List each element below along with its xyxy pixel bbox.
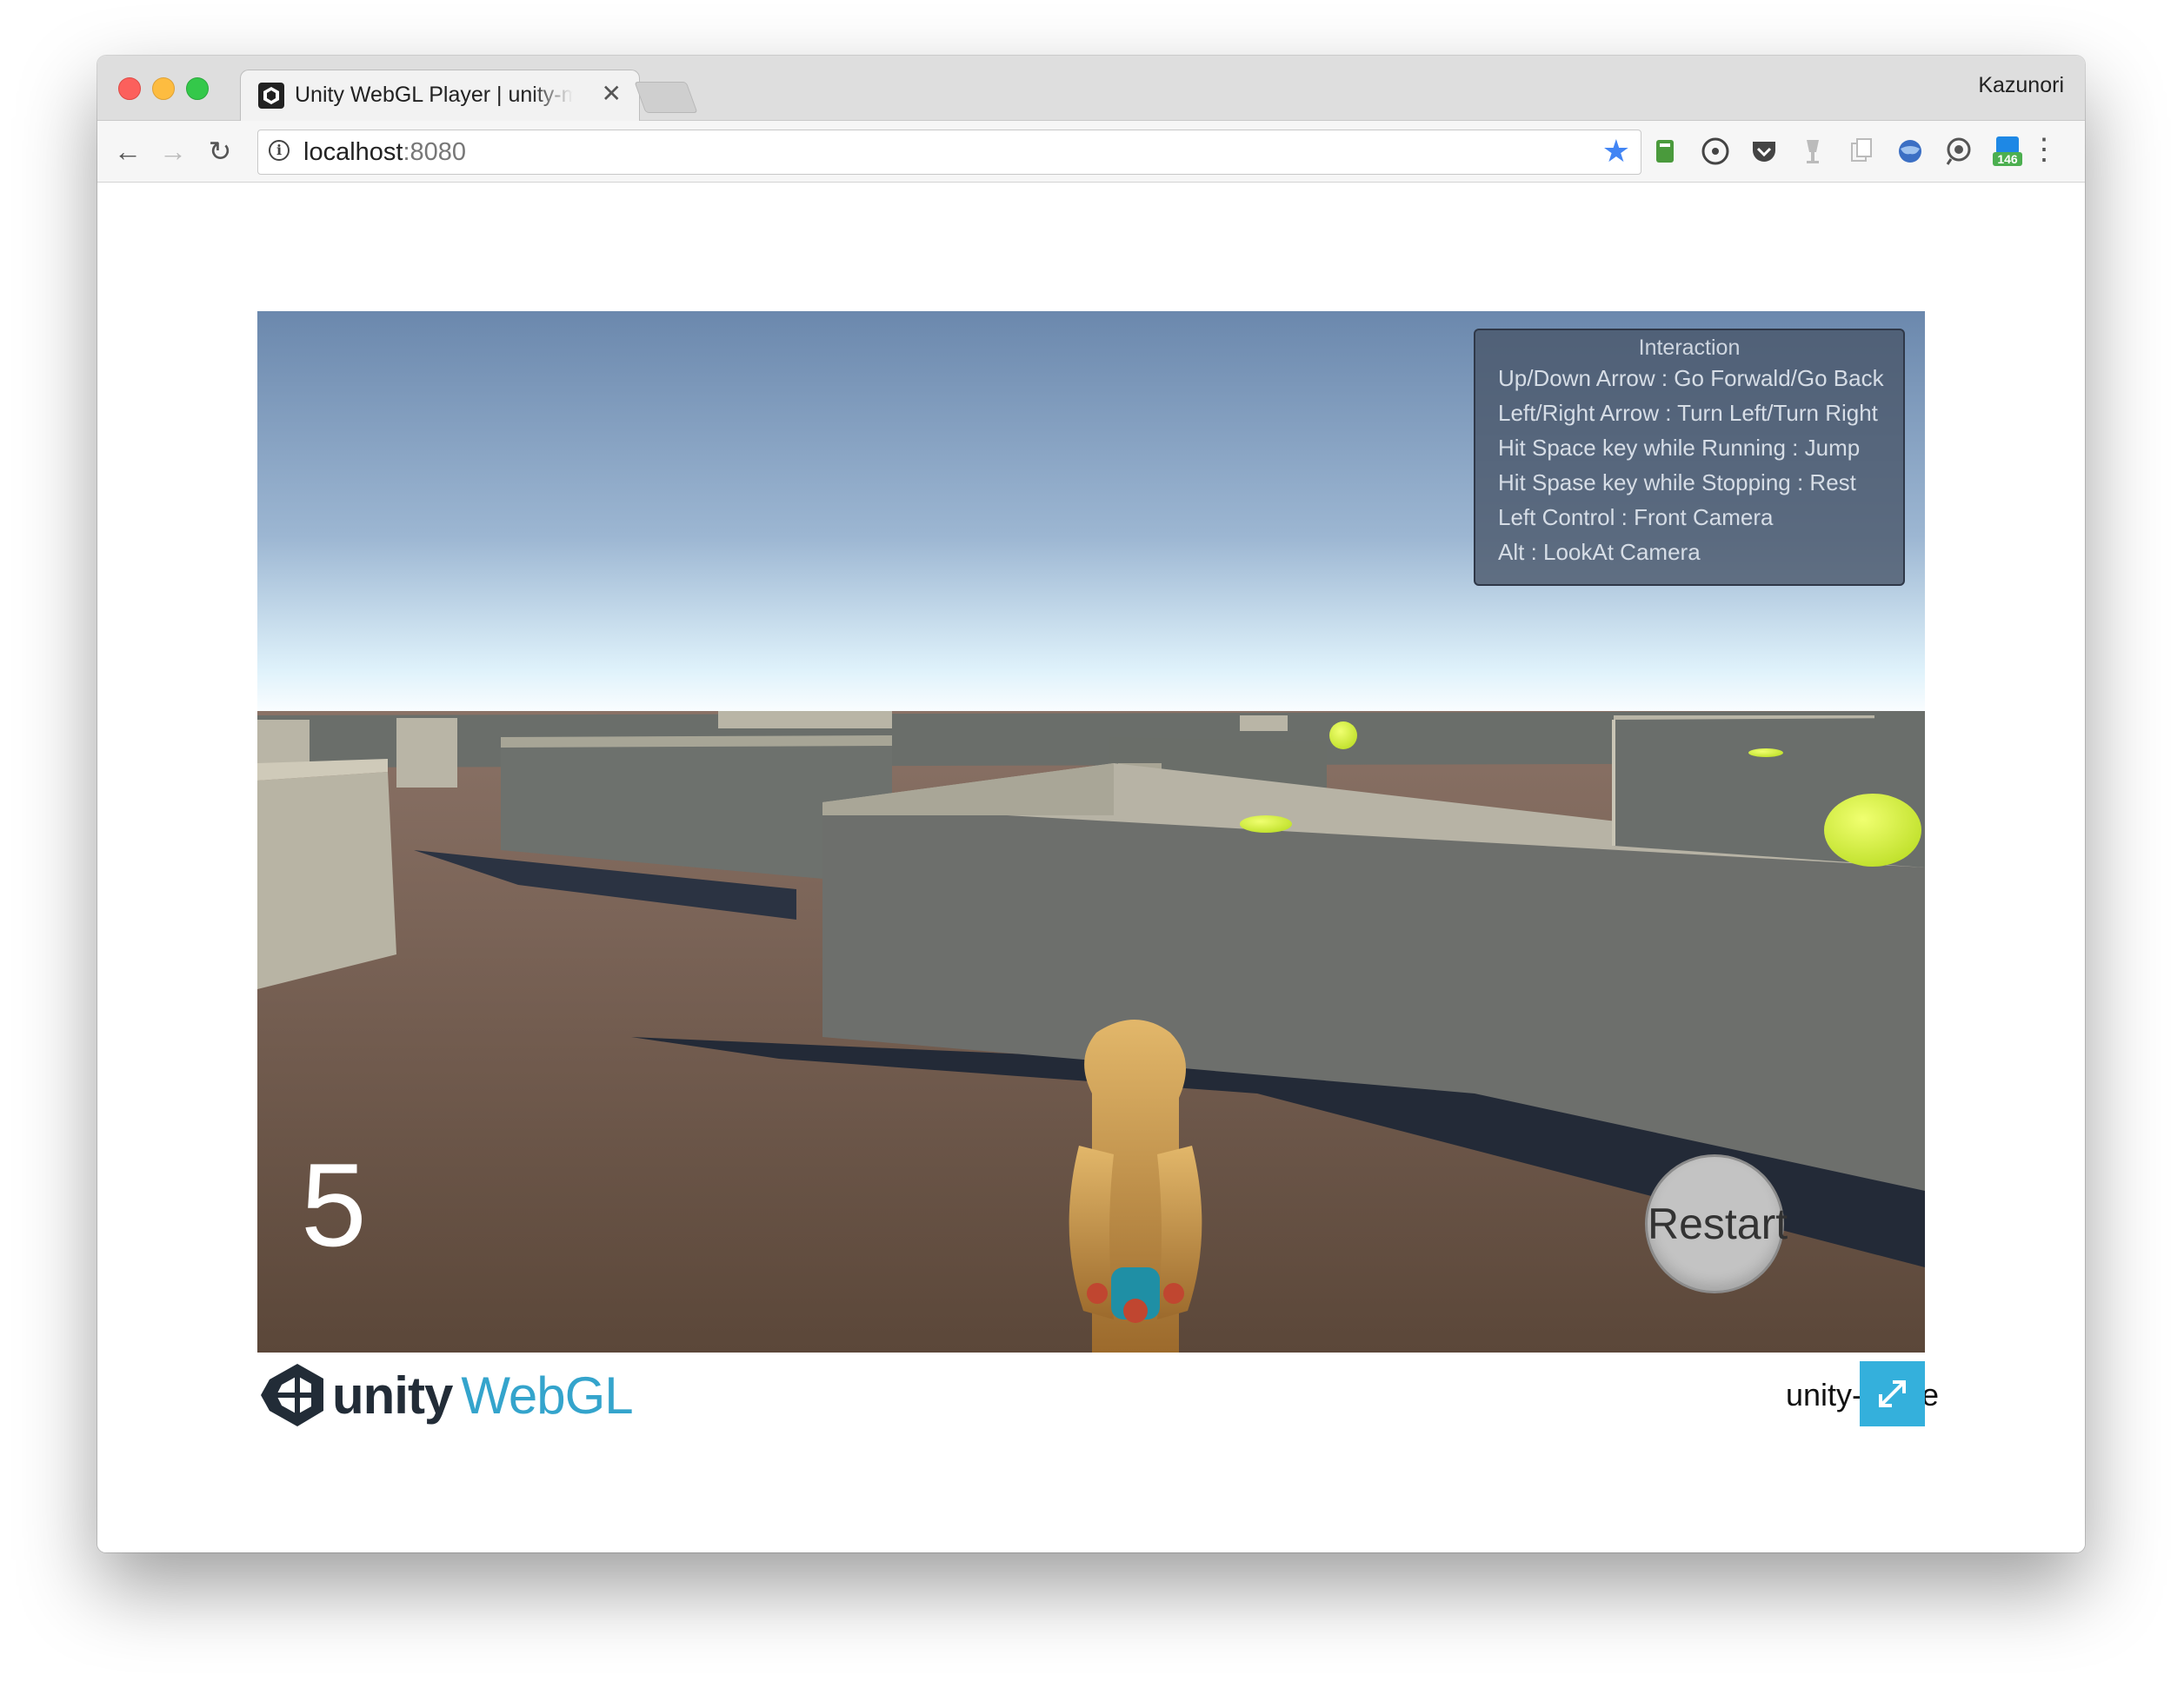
extension-pocket-icon[interactable] [1748,135,1781,168]
logo-webgl-text: WebGL [461,1366,633,1425]
green-orb [1748,748,1783,757]
maximize-window-button[interactable] [186,77,209,100]
interaction-line: Up/Down Arrow : Go Forwald/Go Back [1498,365,1884,391]
green-orb [1824,794,1921,867]
interaction-line: Left Control : Front Camera [1498,504,1774,530]
browser-tab[interactable]: Unity WebGL Player | unity-maze ✕ [240,70,640,121]
tab-title: Unity WebGL Player | unity-maze [295,83,573,107]
interaction-line: Alt : LookAt Camera [1498,539,1701,565]
interaction-line: Hit Spase key while Stopping : Rest [1498,469,1856,495]
unity-favicon-icon [258,83,284,109]
browser-toolbar: ← → ↻ i localhost:8080 ★ 146 ⋮ [97,121,2085,183]
green-orb [1240,815,1292,833]
score-counter: 5 [301,1139,367,1271]
info-icon[interactable]: i [269,140,290,161]
green-orb [1329,721,1357,749]
tab-close-icon[interactable]: ✕ [602,79,622,108]
restart-button[interactable]: Restart [1645,1154,1788,1293]
game-canvas[interactable]: Interaction Up/Down Arrow : Go Forwald/G… [257,311,1925,1353]
unity-logo-icon [261,1364,323,1426]
address-bar[interactable]: i localhost:8080 ★ [257,130,1641,175]
player-character [1069,1020,1202,1353]
profile-name[interactable]: Kazunori [1978,73,2064,98]
bookmark-star-icon[interactable]: ★ [1602,133,1630,170]
extension-badge-icon[interactable]: 146 [1991,135,2024,168]
interaction-line: Left/Right Arrow : Turn Left/Turn Right [1498,400,1878,426]
extension-target-icon[interactable] [1699,135,1732,168]
title-bar: Unity WebGL Player | unity-maze ✕ Kazuno… [97,56,2085,121]
forward-arrow-icon[interactable]: → [156,135,190,168]
back-arrow-icon[interactable]: ← [111,135,144,168]
extension-eye-icon[interactable] [1942,135,1975,168]
fullscreen-button[interactable] [1860,1361,1925,1426]
close-window-button[interactable] [118,77,141,100]
unity-webgl-logo: unity WebGL [257,1360,634,1430]
extension-evernote-icon[interactable] [1648,135,1681,168]
new-tab-button[interactable] [634,82,698,113]
logo-unity-text: unity [332,1366,453,1425]
minimize-window-button[interactable] [152,77,175,100]
interaction-panel: Interaction Up/Down Arrow : Go Forwald/G… [1474,329,1905,586]
extension-glass-icon[interactable] [1796,135,1829,168]
interaction-line: Hit Space key while Running : Jump [1498,435,1861,461]
extension-copy-icon[interactable] [1845,135,1878,168]
interaction-title: Interaction [1638,336,1741,360]
expand-icon [1879,1380,1906,1407]
reload-icon[interactable]: ↻ [203,135,236,168]
url-port: :8080 [403,138,467,166]
menu-dots-icon[interactable]: ⋮ [2029,133,2059,166]
extension-globe-icon[interactable] [1894,135,1927,168]
url-host: localhost [303,138,403,166]
extension-badge-count: 146 [1997,152,2018,166]
url-text: localhost:8080 [303,138,466,167]
